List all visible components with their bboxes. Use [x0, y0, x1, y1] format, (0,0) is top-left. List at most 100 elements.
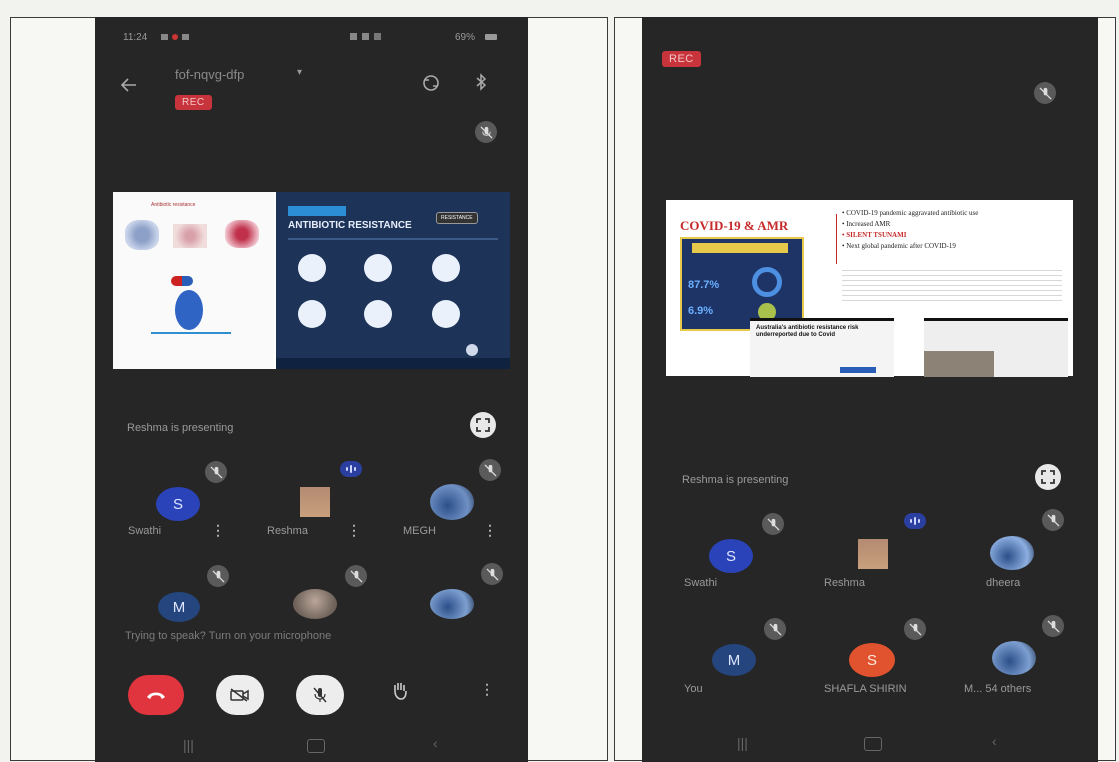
news-image	[924, 351, 994, 377]
fullscreen-button[interactable]	[1035, 464, 1061, 490]
participant-1-mic-off-icon	[205, 461, 227, 483]
signal-icons	[350, 33, 381, 40]
slide-left-underline	[151, 332, 231, 334]
meeting-code[interactable]: fof-nqvg-dfp	[175, 67, 244, 82]
participant-1-name: Swathi	[684, 577, 718, 589]
participant-1-mic-off-icon	[762, 513, 784, 535]
raise-hand-icon[interactable]	[391, 681, 409, 701]
nav-back-button[interactable]: ‹	[433, 735, 438, 751]
camera-off-icon	[230, 688, 249, 702]
switch-camera-icon[interactable]	[421, 74, 441, 92]
participant-6-mic-off-icon	[1042, 615, 1064, 637]
participant-4-mic-off-icon	[764, 618, 786, 640]
news-clipping-2	[924, 318, 1068, 377]
mic-off-icon	[313, 687, 327, 703]
news-headline: Australia's antibiotic resistance risk u…	[756, 325, 859, 338]
hang-up-icon	[147, 692, 165, 699]
presenter-mic-off-icon	[1034, 82, 1056, 104]
nav-back-button[interactable]: ‹	[992, 733, 997, 749]
left-phone-screen: 11:24 69% fof-nqvg-dfp ▾ REC Antibiotic …	[95, 17, 528, 762]
participant-3-name: dheera	[986, 577, 1021, 589]
participant-1-avatar[interactable]: S	[156, 487, 200, 521]
shared-screen[interactable]: COVID-19 & AMR • COVID-19 pandemic aggra…	[666, 200, 1073, 377]
nav-home-button[interactable]	[864, 737, 882, 751]
bacteria-cluster-2	[173, 224, 207, 248]
participant-6-mic-off-icon	[481, 563, 503, 585]
participant-2-menu[interactable]: ⋮	[347, 522, 361, 539]
participant-2-speaking-icon	[904, 513, 926, 529]
participant-6-avatar[interactable]	[430, 589, 474, 619]
presenter-mic-off-icon	[475, 121, 497, 143]
infographic-panel: 87.7% 6.9%	[680, 237, 804, 331]
participant-3-name: MEGH	[403, 525, 436, 537]
participant-3-avatar[interactable]	[430, 484, 474, 520]
participant-5-mic-off-icon	[345, 565, 367, 587]
stat-1: 87.7%	[688, 279, 720, 291]
participant-4-avatar[interactable]: M	[158, 592, 200, 622]
rec-badge: REC	[662, 51, 701, 67]
participant-3-mic-off-icon	[1042, 509, 1064, 531]
participant-3-mic-off-icon	[479, 459, 501, 481]
slide-right-subline	[288, 238, 498, 240]
pill-capsule	[171, 276, 193, 286]
participant-1-menu[interactable]: ⋮	[211, 522, 225, 539]
participant-5-avatar[interactable]	[293, 589, 337, 619]
nav-recents-button[interactable]: |||	[737, 735, 748, 751]
participant-3-avatar[interactable]	[990, 536, 1034, 570]
rec-badge: REC	[175, 95, 212, 110]
participant-5-avatar[interactable]: S	[849, 643, 895, 677]
participant-1-avatar[interactable]: S	[709, 539, 753, 573]
status-time: 11:24	[123, 32, 148, 43]
participant-4-mic-off-icon	[207, 565, 229, 587]
slide-bullets: • COVID-19 pandemic aggravated antibioti…	[842, 208, 978, 252]
participant-6-avatar[interactable]	[992, 641, 1036, 675]
news-footer-bar	[840, 367, 876, 373]
participant-2-avatar[interactable]	[300, 487, 330, 517]
slide-bullet-1: • COVID-19 pandemic aggravated antibioti…	[842, 209, 979, 217]
slide-left-title: Antibiotic resistance	[151, 202, 196, 208]
presenting-label: Reshma is presenting	[682, 474, 789, 486]
participant-4-avatar[interactable]: M	[712, 644, 756, 676]
slide-body-text	[842, 266, 1062, 302]
end-call-button[interactable]	[128, 675, 184, 715]
camera-toggle-button[interactable]	[216, 675, 264, 715]
bacterium-mascot	[175, 290, 203, 330]
back-arrow-icon[interactable]	[121, 78, 137, 92]
shared-screen[interactable]: Antibiotic resistance ANTIBIOTIC RESISTA…	[113, 192, 510, 369]
slide-title-divider	[836, 214, 837, 264]
participant-2-speaking-icon	[340, 461, 362, 477]
nav-recents-button[interactable]: |||	[183, 737, 194, 753]
stat-2: 6.9%	[688, 305, 714, 317]
participant-1-name: Swathi	[128, 525, 162, 537]
battery-icon	[485, 34, 497, 40]
fullscreen-icon	[476, 418, 490, 432]
infographic-icon-5	[364, 300, 392, 328]
fullscreen-icon	[1041, 470, 1055, 484]
slide-right-tag	[288, 206, 346, 216]
meeting-code-dropdown-icon[interactable]: ▾	[297, 67, 302, 78]
slide-right-title: ANTIBIOTIC RESISTANCE	[288, 220, 412, 231]
mic-toggle-button[interactable]	[296, 675, 344, 715]
infographic-icon-3	[432, 254, 460, 282]
fullscreen-button[interactable]	[470, 412, 496, 438]
slide-left-panel: Antibiotic resistance	[113, 192, 274, 369]
mic-hint-text: Trying to speak? Turn on your microphone	[125, 630, 332, 642]
participant-3-menu[interactable]: ⋮	[483, 522, 497, 539]
nav-home-button[interactable]	[307, 739, 325, 753]
participant-5-mic-off-icon	[904, 618, 926, 640]
participant-2-avatar[interactable]	[858, 539, 888, 569]
presenting-label: Reshma is presenting	[127, 422, 234, 434]
participant-4-name: You	[684, 683, 703, 695]
slide-bullet-2: • Increased AMR	[842, 220, 891, 228]
infographic-icon-2	[364, 254, 392, 282]
slide-right-footer	[276, 358, 510, 369]
more-options-button[interactable]: ⋮	[480, 681, 494, 698]
news-clipping: Australia's antibiotic resistance risk u…	[750, 318, 894, 377]
donut-chart	[752, 267, 782, 297]
slide-bullet-4: • Next global pandemic after COVID-19	[842, 242, 956, 250]
right-phone-screen: REC COVID-19 & AMR • COVID-19 pandemic a…	[642, 17, 1098, 762]
slide-title: COVID-19 & AMR	[680, 218, 789, 233]
slide-right-badge: RESISTANCE	[436, 212, 478, 224]
bluetooth-audio-icon[interactable]	[475, 73, 487, 91]
participant-6-name[interactable]: M... 54 others	[964, 683, 1031, 695]
